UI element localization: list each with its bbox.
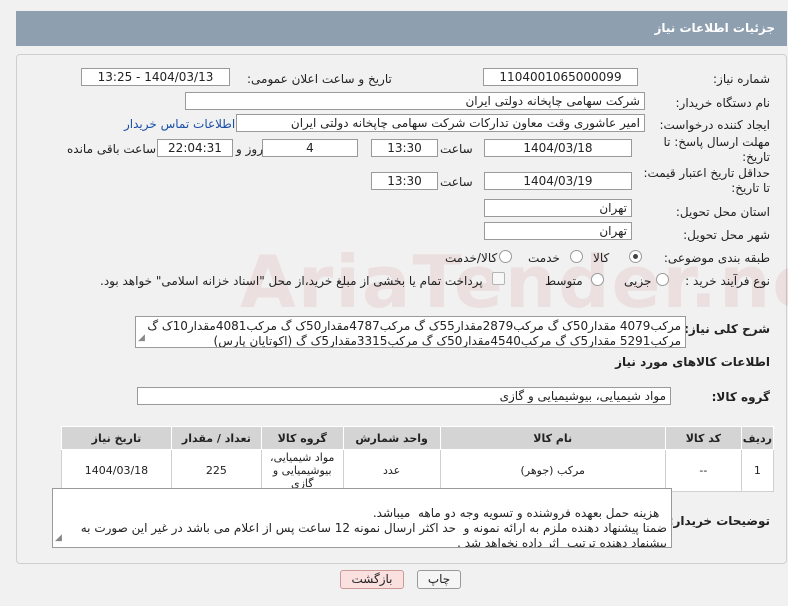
deadline-label-date: تاریخ: — [742, 150, 770, 164]
col-header-name: نام کالا — [439, 426, 666, 450]
summary-textarea[interactable]: مرکب4079 مقدار50ک گ مرکب2879مقدار55ک گ م… — [135, 316, 686, 348]
city-field[interactable]: تهران — [484, 222, 632, 240]
buyer-org-field[interactable]: شرکت سهامی چاپخانه دولتی ایران — [185, 92, 645, 110]
category-radio-both[interactable] — [499, 250, 512, 263]
cell-name: مرکب (جوهر) — [439, 449, 666, 492]
deadline-date-field[interactable]: 1404/03/18 — [484, 139, 632, 157]
need-number-field[interactable]: 1104001065000099 — [483, 68, 638, 86]
category-option-service: خدمت — [528, 251, 560, 265]
creator-field[interactable]: امیر عاشوری وقت معاون تدارکات شرکت سهامی… — [236, 114, 645, 132]
announce-date-field[interactable]: 1404/03/13 - 13:25 — [81, 68, 230, 86]
validity-label: حداقل تاریخ اعتبار قیمت: — [643, 166, 770, 180]
category-option-both: کالا/خدمت — [445, 251, 498, 265]
purchase-type-label: نوع فرآیند خرید : — [685, 274, 770, 288]
deadline-time-field[interactable]: 13:30 — [371, 139, 438, 157]
category-radio-service[interactable] — [570, 250, 583, 263]
col-header-unit: واحد شمارش — [342, 426, 441, 450]
resize-grip-icon[interactable]: ◢ — [55, 531, 62, 546]
cell-unit: عدد — [342, 449, 441, 492]
category-option-goods: کالا — [593, 251, 610, 265]
buyer-notes-text: هزینه حمل بعهده فروشنده و تسویه وجه دو م… — [80, 506, 667, 548]
deadline-time-label: ساعت — [440, 142, 473, 156]
days-label: روز و — [236, 142, 263, 156]
treasury-payment-note: پرداخت تمام یا بخشی از مبلغ خرید،از محل … — [100, 274, 483, 288]
cell-quantity: 225 — [170, 449, 262, 492]
remaining-label: ساعت باقی مانده — [67, 142, 157, 156]
cell-date: 1404/03/18 — [61, 449, 172, 492]
summary-label: شرح کلی نیاز: — [684, 322, 770, 336]
purchase-option-medium: متوسط — [545, 274, 583, 288]
treasury-payment-checkbox[interactable] — [492, 272, 505, 285]
summary-text: مرکب4079 مقدار50ک گ مرکب2879مقدار55ک گ م… — [147, 319, 681, 348]
resize-grip-icon[interactable]: ◢ — [138, 331, 145, 346]
category-radio-goods[interactable] — [629, 250, 642, 263]
validity-label-date: تا تاریخ: — [731, 181, 770, 195]
need-number-label: شماره نیاز: — [713, 72, 770, 86]
creator-label: ایجاد کننده درخواست: — [659, 118, 770, 132]
cell-row-num: 1 — [740, 449, 775, 492]
goods-info-title: اطلاعات کالاهای مورد نیاز — [615, 355, 770, 369]
announce-label: تاریخ و ساعت اعلان عمومی: — [247, 72, 392, 86]
validity-time-label: ساعت — [440, 175, 473, 189]
purchase-option-minor: جزیی — [624, 274, 652, 288]
deadline-label: مهلت ارسال پاسخ: تا — [663, 135, 770, 149]
goods-group-field[interactable]: مواد شیمیایی، بیوشیمیایی و گازی — [137, 387, 671, 405]
col-header-date: تاریخ نیاز — [61, 426, 172, 450]
goods-group-label: گروه کالا: — [711, 390, 770, 404]
buyer-notes-textarea[interactable]: هزینه حمل بعهده فروشنده و تسویه وجه دو م… — [52, 488, 672, 548]
goods-table: ردیف کد کالا نام کالا واحد شمارش گروه کا… — [61, 426, 775, 492]
buyer-notes-label: توضیحات خریدار: — [668, 514, 770, 528]
print-button[interactable]: چاپ — [417, 570, 461, 589]
col-header-quantity: تعداد / مقدار — [170, 426, 262, 450]
province-field[interactable]: تهران — [484, 199, 632, 217]
col-header-group: گروه کالا — [260, 426, 344, 450]
cell-code: -- — [664, 449, 742, 492]
validity-date-field[interactable]: 1404/03/19 — [484, 172, 632, 190]
remaining-time-field[interactable]: 22:04:31 — [157, 139, 233, 157]
purchase-radio-medium[interactable] — [591, 273, 604, 286]
category-label: طبقه بندی موضوعی: — [663, 251, 770, 265]
cell-group: مواد شیمیایی، بیوشیمیایی و گازی — [260, 449, 344, 492]
buyer-org-label: نام دستگاه خریدار: — [675, 96, 771, 110]
page-title: جزئیات اطلاعات نیاز — [16, 11, 787, 46]
table-header-row: ردیف کد کالا نام کالا واحد شمارش گروه کا… — [61, 426, 775, 450]
back-button[interactable]: بازگشت — [340, 570, 404, 589]
validity-time-field[interactable]: 13:30 — [371, 172, 438, 190]
col-header-code: کد کالا — [664, 426, 742, 450]
table-row[interactable]: 1 -- مرکب (جوهر) عدد مواد شیمیایی، بیوشی… — [61, 449, 775, 492]
col-header-row-num: ردیف — [740, 426, 775, 450]
city-label: شهر محل تحویل: — [683, 228, 770, 242]
province-label: استان محل تحویل: — [675, 205, 770, 219]
buyer-contact-link[interactable]: اطلاعات تماس خریدار — [124, 117, 235, 131]
days-field[interactable]: 4 — [262, 139, 358, 157]
purchase-radio-minor[interactable] — [656, 273, 669, 286]
